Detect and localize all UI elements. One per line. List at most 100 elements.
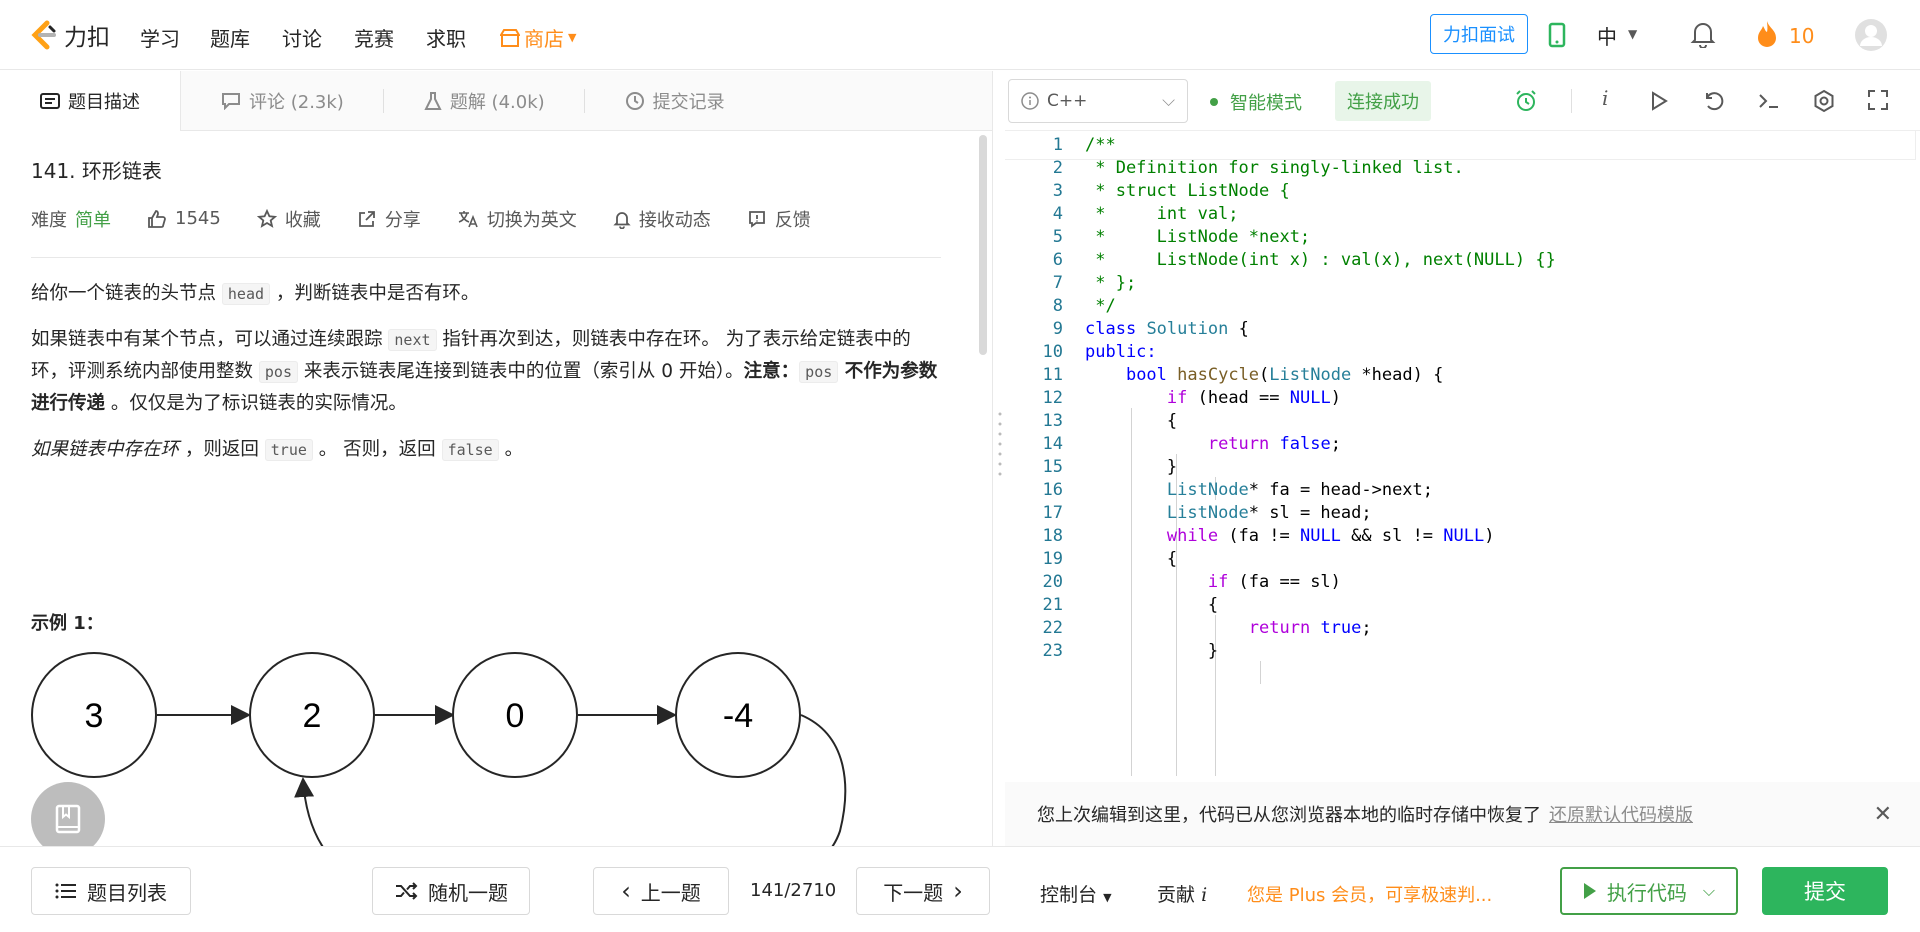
italic-info-icon: i [1201,884,1208,906]
share-icon [358,210,375,227]
problem-description: 给你一个链表的头节点 head ，判断链表中是否有环。 如果链表中有某个节点，可… [31,278,941,466]
play-icon[interactable] [1648,89,1670,113]
fullscreen-icon[interactable] [1867,89,1889,111]
list-node: -4 [675,652,801,778]
smart-mode-label: 智能模式 [1230,93,1302,114]
toolbar-divider [1571,89,1572,113]
flask-icon [424,92,442,110]
interview-button[interactable]: 力扣面试 [1430,14,1528,54]
random-problem-label: 随机一题 [428,880,508,905]
feedback-label: 反馈 [774,209,811,231]
list-icon [55,883,76,899]
code-editor[interactable]: 1/** 2 * Definition for singly-linked li… [1005,131,1920,776]
avatar[interactable] [1854,18,1888,52]
node-value: 2 [303,697,322,735]
node-value: 3 [85,697,104,735]
bell-icon[interactable] [1690,20,1716,48]
random-problem-button[interactable]: 随机一题 [372,867,530,915]
settings-icon[interactable] [1812,89,1836,113]
restore-default-link[interactable]: 还原默认代码模版 [1549,801,1693,827]
share-label: 分享 [384,209,421,231]
list-node: 3 [31,652,157,778]
top-navbar: 力扣 学习 题库 讨论 竞赛 求职 商店 ▼ 力扣面试 中 ▼ 10 [0,0,1920,70]
prev-problem-button[interactable]: ‹ 上一题 [593,867,729,915]
subscribe-button[interactable]: 接收动态 [613,206,711,232]
nav-store[interactable]: 商店 ▼ [500,23,576,52]
contribute-button[interactable]: 贡献 i [1157,880,1207,907]
problem-index: 141/2710 [750,880,837,901]
run-code-button[interactable]: 执行代码 ⌵ [1560,867,1738,915]
tab-solutions[interactable]: 题解 (4.0k) [384,71,585,131]
editor-panel: C++ ⌵ 智能模式 连接成功 i 1/** 2 * Definition fo… [1005,71,1920,846]
feedback-icon [748,210,765,228]
problem-content: 141. 环形链表 难度 简单 1545 收藏 分享 切换为英文 接收动态 反馈… [31,155,941,480]
submit-button[interactable]: 提交 [1762,867,1888,915]
problem-list-button[interactable]: 题目列表 [31,867,191,915]
list-node: 2 [249,652,375,778]
tab-description-label: 题目描述 [68,92,140,113]
tab-description[interactable]: 题目描述 [0,71,181,131]
next-problem-button[interactable]: 下一题 › [856,867,990,915]
language-switch[interactable]: 中 [1597,21,1617,50]
nav-discuss[interactable]: 讨论 [282,23,322,52]
problem-title: 141. 环形链表 [31,159,162,183]
language-value: C++ [1047,91,1088,111]
scrollbar[interactable] [979,135,987,355]
tab-solutions-label: 题解 (4.0k) [449,92,545,113]
editor-toolbar: C++ ⌵ 智能模式 连接成功 i [1005,71,1920,131]
connection-status: 连接成功 [1335,81,1431,121]
collect-button[interactable]: 收藏 [256,206,321,232]
bell-icon [613,211,631,229]
status-dot [1210,98,1218,106]
mobile-app-icon[interactable] [1548,22,1566,48]
language-select[interactable]: C++ ⌵ [1008,79,1188,123]
logo-text: 力扣 [64,25,110,51]
italic-info-icon[interactable]: i [1602,86,1608,110]
nav-study[interactable]: 学习 [140,23,180,52]
notebook-button[interactable] [31,782,105,846]
nav-contest[interactable]: 竞赛 [354,23,394,52]
collect-label: 收藏 [284,209,321,231]
code-line: 23 } [1042,641,1219,661]
chevron-down-icon[interactable]: ▼ [1628,27,1637,41]
list-node: 0 [452,652,578,778]
alarm-clock-icon[interactable] [1514,89,1538,113]
store-icon [500,28,520,47]
console-toggle[interactable]: 控制台 ▼ [1040,880,1112,907]
description-icon [40,93,60,109]
terminal-icon[interactable] [1757,89,1781,113]
reset-icon[interactable] [1702,89,1726,113]
notebook-icon [55,804,81,834]
leetcode-logo[interactable]: 力扣 [28,18,110,52]
nav-jobs[interactable]: 求职 [426,23,466,52]
problem-list-label: 题目列表 [87,880,167,905]
linked-list-diagram: 3 2 0 -4 [31,652,847,846]
fire-icon[interactable] [1755,19,1779,49]
feedback-button[interactable]: 反馈 [747,206,811,232]
bottom-bar: 题目列表 随机一题 ‹ 上一题 141/2710 下一题 › 控制台 ▼ 贡献 … [0,846,1920,932]
prev-problem-label: 上一题 [640,880,701,905]
comment-icon [222,93,240,110]
switch-english-button[interactable]: 切换为英文 [457,206,577,232]
smart-mode-toggle[interactable]: 智能模式 [1210,89,1302,115]
chevron-down-icon: ▼ [568,31,577,44]
tab-submissions[interactable]: 提交记录 [585,71,765,131]
chevron-down-icon: ▼ [1103,891,1112,904]
restore-notice: 您上次编辑到这里，代码已从您浏览器本地的临时存储中恢复了 还原默认代码模版 ✕ [1005,782,1920,846]
like-button[interactable]: 1545 [147,208,221,229]
close-icon[interactable]: ✕ [1874,802,1892,827]
desc-paragraph-1: 给你一个链表的头节点 head ，判断链表中是否有环。 [31,283,480,305]
problem-panel: 题目描述 评论 (2.3k) 题解 (4.0k) 提交记录 141. 环形链表 … [0,71,993,846]
nav-problemset[interactable]: 题库 [210,23,250,52]
node-value: -4 [723,697,753,735]
store-label: 商店 [524,27,564,51]
panel-resize-handle[interactable] [998,410,1002,480]
tab-comments[interactable]: 评论 (2.3k) [181,71,384,131]
difficulty-badge: 简单 [75,209,111,231]
switch-english-label: 切换为英文 [486,209,577,231]
share-button[interactable]: 分享 [357,206,421,232]
run-code-label: 执行代码 [1606,880,1687,905]
chevron-right-icon: › [953,877,963,905]
problem-meta: 难度 简单 1545 收藏 分享 切换为英文 接收动态 反馈 [31,202,941,258]
plus-member-notice[interactable]: 您是 Plus 会员，可享极速判... [1247,881,1492,907]
